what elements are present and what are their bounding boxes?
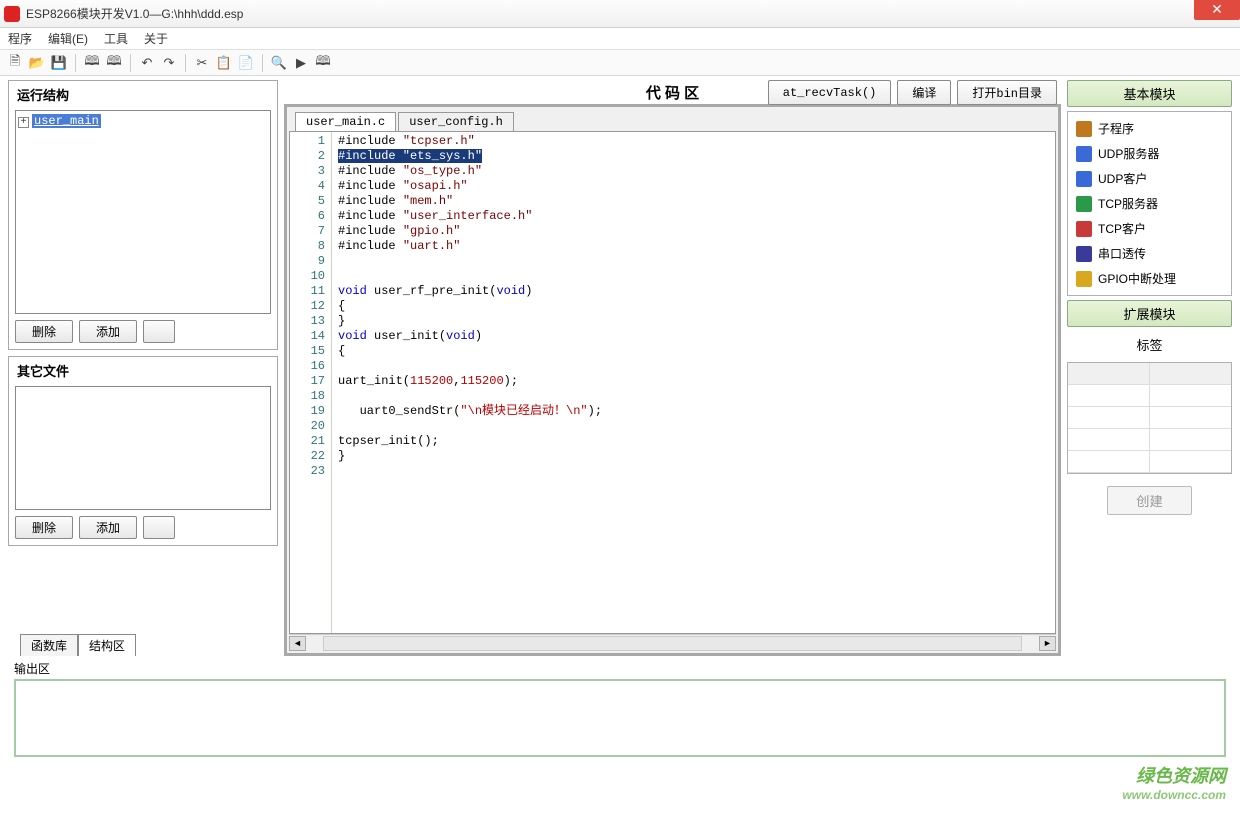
open-icon[interactable]: 📂 [28,54,46,72]
module-label: TCP客户 [1098,220,1146,237]
delete-button[interactable]: 删除 [15,320,73,343]
module-icon [1076,146,1092,162]
window-title: ESP8266模块开发V1.0—G:\hhh\ddd.esp [26,5,243,22]
add-button[interactable]: 添加 [79,320,137,343]
code-editor[interactable]: 1234567891011121314151617181920212223 #i… [289,131,1056,634]
tree-root-item[interactable]: +user_main [18,114,101,128]
module-item[interactable]: 串口透传 [1070,241,1229,266]
new-icon[interactable]: 🗎 [6,54,24,72]
watermark-name: 绿色资源网 [1122,762,1226,788]
cut-icon[interactable]: ✂ [193,54,211,72]
tab-structure[interactable]: 结构区 [78,634,136,656]
compile-button[interactable]: 编译 [897,80,951,105]
module-icon [1076,271,1092,287]
menu-tools[interactable]: 工具 [104,30,128,47]
left-bottom-tabs: 函数库 结构区 [20,634,278,656]
save-icon[interactable]: 💾 [50,54,68,72]
run-icon[interactable]: ▶ [292,54,310,72]
separator [130,54,131,72]
recv-task-button[interactable]: at_recvTask() [768,80,892,105]
menu-edit[interactable]: 编辑(E) [48,30,88,47]
separator [75,54,76,72]
basic-modules-header: 基本模块 [1067,80,1232,107]
other-files-title: 其它文件 [9,357,277,384]
open-bin-button[interactable]: 打开bin目录 [957,80,1057,105]
scroll-track[interactable] [323,636,1022,651]
module-item[interactable]: 子程序 [1070,116,1229,141]
expand-icon[interactable]: + [18,117,29,128]
module-item[interactable]: UDP客户 [1070,166,1229,191]
code-area-title: 代 码 区 [646,82,699,103]
watermark-url: www.downcc.com [1122,788,1226,802]
other-files-list[interactable] [15,386,271,510]
add-file-button[interactable]: 添加 [79,516,137,539]
watermark: 绿色资源网 www.downcc.com [1122,762,1226,802]
code-panel: user_main.c user_config.h 12345678910111… [284,104,1061,656]
module-item[interactable]: GPIO中断处理 [1070,266,1229,291]
help2-icon[interactable]: 🕮 [105,54,123,72]
extra-button[interactable] [143,320,175,343]
separator [185,54,186,72]
module-label: UDP服务器 [1098,145,1159,162]
module-icon [1076,221,1092,237]
module-icon [1076,171,1092,187]
run-structure-panel: 运行结构 +user_main 删除 添加 [8,80,278,350]
menu-program[interactable]: 程序 [8,30,32,47]
help1-icon[interactable]: 🕮 [83,54,101,72]
menu-bar: 程序 编辑(E) 工具 关于 [0,28,1240,50]
close-button[interactable]: ✕ [1194,0,1240,20]
separator [262,54,263,72]
create-button[interactable]: 创建 [1107,486,1192,515]
module-label: TCP服务器 [1098,195,1158,212]
label-grid[interactable] [1067,362,1232,474]
scroll-left-icon[interactable]: ◄ [289,636,306,651]
module-label: 子程序 [1098,120,1134,137]
module-item[interactable]: TCP服务器 [1070,191,1229,216]
module-label: GPIO中断处理 [1098,270,1176,287]
extra-file-button[interactable] [143,516,175,539]
tab-funclib[interactable]: 函数库 [20,634,78,656]
find-icon[interactable]: 🔍 [270,54,288,72]
horizontal-scrollbar[interactable]: ◄ ► [289,634,1056,651]
redo-icon[interactable]: ↷ [160,54,178,72]
output-area[interactable] [14,679,1226,757]
module-icon [1076,121,1092,137]
code-content[interactable]: #include "tcpser.h" #include "ets_sys.h"… [332,132,1055,633]
toolbar: 🗎 📂 💾 🕮 🕮 ↶ ↷ ✂ 📋 📄 🔍 ▶ 🕮 [0,50,1240,76]
module-label: 串口透传 [1098,245,1146,262]
tree-view[interactable]: +user_main [15,110,271,314]
code-tab-main[interactable]: user_main.c [295,112,396,131]
label-header: 标签 [1067,331,1232,358]
run-structure-title: 运行结构 [9,81,277,108]
module-item[interactable]: TCP客户 [1070,216,1229,241]
other-files-panel: 其它文件 删除 添加 [8,356,278,546]
delete-file-button[interactable]: 删除 [15,516,73,539]
help3-icon[interactable]: 🕮 [314,54,332,72]
undo-icon[interactable]: ↶ [138,54,156,72]
app-icon [4,6,20,22]
basic-modules-list: 子程序 UDP服务器 UDP客户 TCP服务器 TCP客户串口透传 GPIO中断处理 [1067,111,1232,296]
output-label: 输出区 [14,660,1226,677]
module-icon [1076,196,1092,212]
module-item[interactable]: UDP服务器 [1070,141,1229,166]
tree-root-label: user_main [32,114,101,128]
line-gutter: 1234567891011121314151617181920212223 [290,132,332,633]
ext-modules-header: 扩展模块 [1067,300,1232,327]
menu-about[interactable]: 关于 [144,30,168,47]
copy-icon[interactable]: 📋 [215,54,233,72]
title-bar: ESP8266模块开发V1.0—G:\hhh\ddd.esp ✕ [0,0,1240,28]
module-icon [1076,246,1092,262]
paste-icon[interactable]: 📄 [237,54,255,72]
scroll-right-icon[interactable]: ► [1039,636,1056,651]
module-label: UDP客户 [1098,170,1147,187]
code-tab-config[interactable]: user_config.h [398,112,514,131]
